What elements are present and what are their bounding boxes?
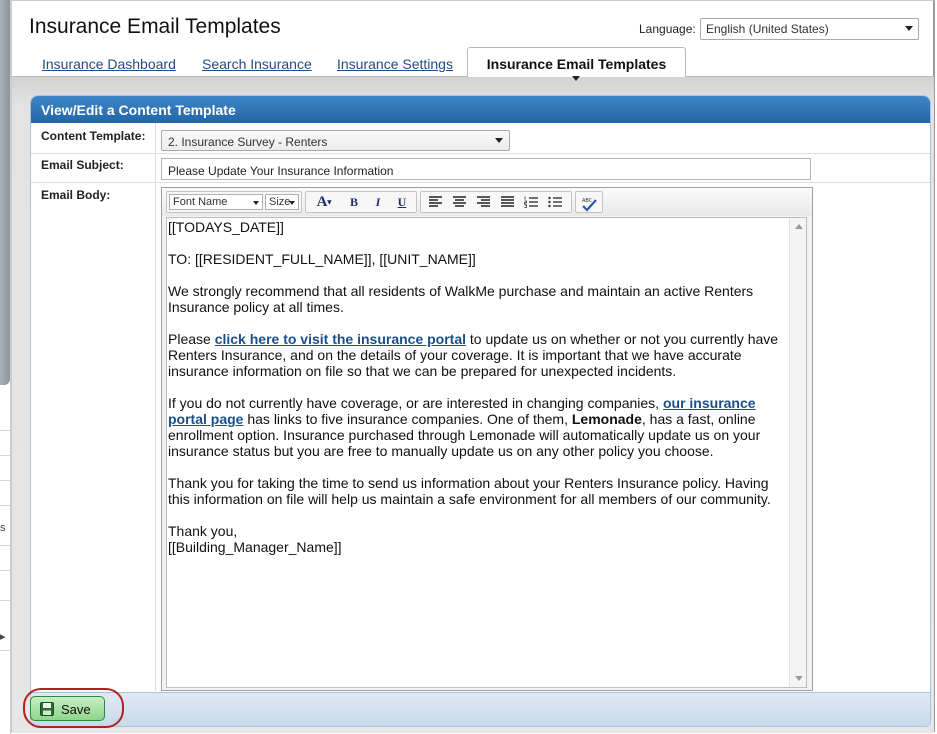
tab-insurance-dashboard[interactable]: Insurance Dashboard bbox=[42, 56, 176, 72]
content-template-panel: View/Edit a Content Template Content Tem… bbox=[30, 95, 931, 727]
font-name-dropdown[interactable]: Font Name bbox=[169, 194, 263, 210]
panel-title: View/Edit a Content Template bbox=[31, 96, 930, 123]
panel-footer bbox=[31, 692, 930, 726]
divider bbox=[0, 480, 10, 481]
signature-token: [[Building_Manager_Name]] bbox=[168, 539, 342, 555]
language-select-value: English (United States) bbox=[706, 22, 829, 36]
body-paragraph: We strongly recommend that all residents… bbox=[168, 283, 754, 315]
paragraph-group bbox=[420, 191, 572, 213]
divider bbox=[0, 650, 10, 651]
align-center-icon[interactable] bbox=[449, 193, 469, 211]
email-subject-label: Email Subject: bbox=[41, 158, 124, 172]
spellcheck-icon[interactable]: ABC bbox=[579, 193, 599, 212]
chevron-right-icon: ▸ bbox=[0, 631, 6, 643]
font-name-value: Font Name bbox=[173, 196, 228, 208]
body-paragraph: Please click here to visit the insurance… bbox=[168, 331, 788, 379]
format-group: A▾ B I U bbox=[305, 191, 417, 213]
language-select[interactable]: English (United States) bbox=[700, 18, 919, 40]
chevron-down-icon bbox=[289, 201, 295, 205]
background-page-strip: s ▸ bbox=[0, 0, 11, 734]
font-group: Font Name Size bbox=[166, 191, 302, 213]
email-body-editor[interactable]: [[TODAYS_DATE]] TO: [[RESIDENT_FULL_NAME… bbox=[166, 217, 807, 688]
underline-icon[interactable]: U bbox=[392, 193, 412, 211]
tab-search-insurance[interactable]: Search Insurance bbox=[202, 56, 312, 72]
font-size-dropdown[interactable]: Size bbox=[265, 194, 299, 210]
email-templates-window: Insurance Email Templates Language: Engl… bbox=[11, 0, 935, 733]
to-line: TO: [[RESIDENT_FULL_NAME]], [[UNIT_NAME]… bbox=[168, 251, 476, 267]
row-divider bbox=[31, 182, 930, 183]
background-text-fragment: s bbox=[0, 522, 6, 534]
svg-text:ABC: ABC bbox=[582, 198, 593, 204]
email-subject-input[interactable] bbox=[161, 158, 811, 180]
rich-text-editor: Font Name Size A▾ B I U ABC [[TODAYS_DAT… bbox=[161, 187, 813, 691]
chevron-down-icon bbox=[905, 26, 913, 31]
numbered-list-icon[interactable] bbox=[521, 193, 541, 211]
font-size-value: Size bbox=[269, 196, 291, 208]
scroll-up-arrow-icon[interactable] bbox=[795, 224, 803, 229]
bold-icon[interactable]: B bbox=[344, 193, 364, 211]
divider bbox=[0, 505, 10, 506]
content-template-label: Content Template: bbox=[41, 129, 146, 143]
save-highlight-ring bbox=[23, 688, 124, 728]
content-template-select[interactable]: 2. Insurance Survey - Renters bbox=[161, 130, 510, 151]
text-run: has links to five insurance companies. O… bbox=[243, 411, 572, 427]
text-run: If you do not currently have coverage, o… bbox=[168, 395, 663, 411]
body-paragraph: If you do not currently have coverage, o… bbox=[168, 395, 788, 459]
divider bbox=[0, 600, 10, 601]
divider bbox=[0, 545, 10, 546]
font-color-icon[interactable]: A▾ bbox=[310, 193, 338, 211]
editor-toolbar: Font Name Size A▾ B I U ABC bbox=[162, 188, 812, 216]
tab-label: Insurance Email Templates bbox=[486, 56, 667, 72]
chevron-down-icon bbox=[495, 138, 503, 143]
row-divider bbox=[31, 153, 930, 154]
form-label-column bbox=[31, 123, 156, 691]
text-run: Please bbox=[168, 331, 215, 347]
date-token: [[TODAYS_DATE]] bbox=[168, 219, 284, 235]
background-sidebar bbox=[0, 0, 10, 385]
language-label: Language: bbox=[639, 22, 696, 36]
email-body-content[interactable]: [[TODAYS_DATE]] TO: [[RESIDENT_FULL_NAME… bbox=[168, 219, 788, 571]
insurance-portal-link[interactable]: click here to visit the insurance portal bbox=[215, 331, 466, 347]
align-left-icon[interactable] bbox=[425, 193, 445, 211]
italic-icon[interactable]: I bbox=[368, 193, 388, 211]
divider bbox=[0, 455, 10, 456]
justify-icon[interactable] bbox=[497, 193, 517, 211]
email-body-label: Email Body: bbox=[41, 188, 111, 202]
divider bbox=[0, 430, 10, 431]
bulleted-list-icon[interactable] bbox=[545, 193, 565, 211]
align-right-icon[interactable] bbox=[473, 193, 493, 211]
editor-scrollbar[interactable] bbox=[789, 218, 806, 687]
chevron-down-icon bbox=[253, 201, 259, 205]
content-template-value: 2. Insurance Survey - Renters bbox=[168, 135, 328, 149]
caret-down-icon bbox=[572, 76, 580, 81]
tab-insurance-email-templates[interactable]: Insurance Email Templates bbox=[467, 47, 686, 81]
page-title: Insurance Email Templates bbox=[29, 15, 281, 38]
divider bbox=[0, 570, 10, 571]
lemonade-bold-text: Lemonade bbox=[571, 411, 642, 427]
scroll-down-arrow-icon[interactable] bbox=[795, 676, 803, 681]
tab-insurance-settings[interactable]: Insurance Settings bbox=[337, 56, 453, 72]
tools-group: ABC bbox=[575, 191, 603, 213]
body-paragraph: Thank you for taking the time to send us… bbox=[168, 475, 771, 507]
closing-line: Thank you, bbox=[168, 523, 238, 539]
